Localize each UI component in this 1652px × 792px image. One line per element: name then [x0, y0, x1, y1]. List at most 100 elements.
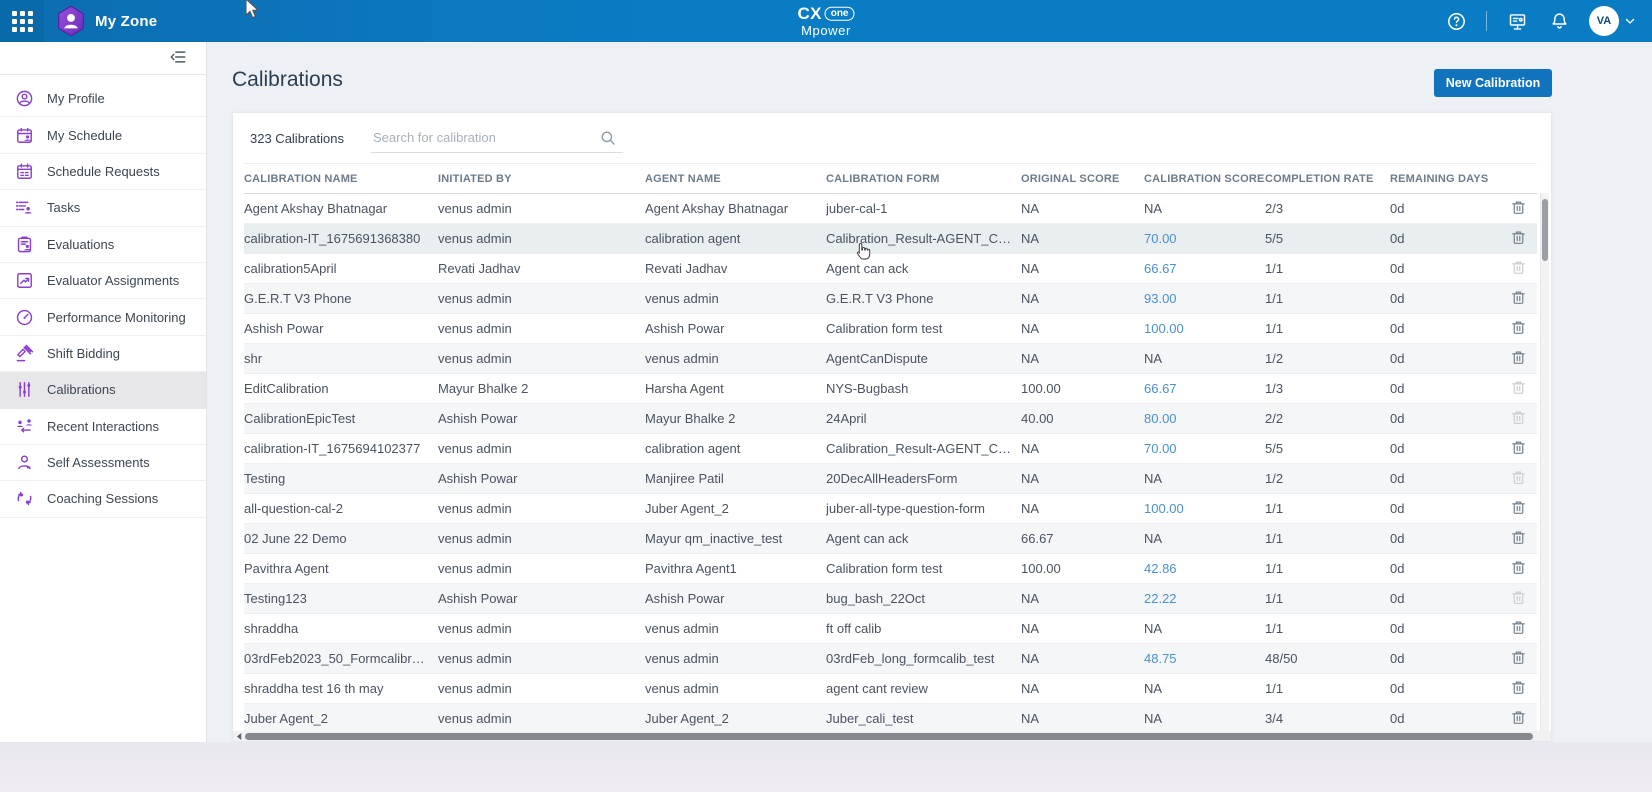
- table-row[interactable]: shrvenus adminvenus adminAgentCanDispute…: [244, 344, 1537, 374]
- sidebar-item-calibrations[interactable]: Calibrations: [0, 372, 206, 408]
- cell-completion-rate: 1/1: [1265, 674, 1390, 704]
- cell-calibration-name: Testing: [244, 464, 438, 494]
- scroll-left-arrow-icon[interactable]: [233, 731, 245, 741]
- cell-original-score: NA: [1021, 674, 1144, 704]
- apps-grid-icon: [12, 11, 33, 32]
- sidebar-item-performance-monitoring[interactable]: Performance Monitoring: [0, 299, 206, 335]
- delete-calibration-icon[interactable]: [1507, 318, 1529, 340]
- table-row[interactable]: 03rdFeb2023_50_Formcalibratio...venus ad…: [244, 644, 1537, 674]
- sidebar-item-label: Shift Bidding: [47, 346, 120, 361]
- cell-calibration-score[interactable]: 66.67: [1144, 374, 1265, 404]
- cell-calibration-score[interactable]: 70.00: [1144, 434, 1265, 464]
- cell-calibration-score[interactable]: 22.22: [1144, 584, 1265, 614]
- cell-calibration-score[interactable]: 70.00: [1144, 224, 1265, 254]
- horizontal-scrollbar-thumb[interactable]: [245, 733, 1533, 740]
- delete-calibration-icon[interactable]: [1507, 678, 1529, 700]
- delete-calibration-icon: [1507, 588, 1529, 610]
- user-avatar-menu[interactable]: VA: [1589, 6, 1636, 36]
- sidebar-item-evaluator-assignments[interactable]: Evaluator Assignments: [0, 263, 206, 299]
- table-row[interactable]: shraddha test 16 th mayvenus adminvenus …: [244, 674, 1537, 704]
- delete-calibration-icon[interactable]: [1507, 648, 1529, 670]
- cell-completion-rate: 48/50: [1265, 644, 1390, 674]
- delete-calibration-icon[interactable]: [1507, 708, 1529, 730]
- table-row[interactable]: calibration-IT_1675691368380venus adminc…: [244, 224, 1537, 254]
- cell-original-score: NA: [1021, 434, 1144, 464]
- table-row[interactable]: 02 June 22 Demovenus adminMayur qm_inact…: [244, 524, 1537, 554]
- bell-icon[interactable]: [1547, 9, 1571, 33]
- search-input[interactable]: [371, 123, 623, 153]
- table-row[interactable]: G.E.R.T V3 Phonevenus adminvenus adminG.…: [244, 284, 1537, 314]
- table-row[interactable]: Juber Agent_2venus adminJuber Agent_2Jub…: [244, 704, 1537, 734]
- table-row[interactable]: Ashish Powarvenus adminAshish PowarCalib…: [244, 314, 1537, 344]
- sidebar-collapse-row: [0, 42, 206, 75]
- cell-remaining-days: 0d: [1390, 404, 1507, 434]
- cell-remaining-days: 0d: [1390, 374, 1507, 404]
- cell-calibration-score[interactable]: 100.00: [1144, 494, 1265, 524]
- delete-calibration-icon[interactable]: [1507, 198, 1529, 220]
- cell-actions: [1507, 434, 1537, 464]
- gauge-icon: [15, 308, 34, 327]
- new-calibration-button[interactable]: New Calibration: [1434, 69, 1552, 97]
- column-header-initiated-by: INITIATED BY: [438, 164, 645, 194]
- table-row[interactable]: calibration-IT_1675694102377venus adminc…: [244, 434, 1537, 464]
- cell-calibration-score[interactable]: 100.00: [1144, 314, 1265, 344]
- cell-calibration-score[interactable]: 66.67: [1144, 254, 1265, 284]
- delete-calibration-icon[interactable]: [1507, 498, 1529, 520]
- vertical-scrollbar-thumb[interactable]: [1542, 199, 1548, 261]
- cell-remaining-days: 0d: [1390, 524, 1507, 554]
- cell-actions: [1507, 284, 1537, 314]
- table-row[interactable]: TestingAshish PowarManjiree Patil20DecAl…: [244, 464, 1537, 494]
- vertical-scrollbar[interactable]: [1540, 193, 1549, 733]
- cell-calibration-score[interactable]: 48.75: [1144, 644, 1265, 674]
- collapse-sidebar-button[interactable]: [168, 48, 188, 68]
- table-row[interactable]: calibration5AprilRevati JadhavRevati Jad…: [244, 254, 1537, 284]
- classroom-icon[interactable]: [1505, 9, 1529, 33]
- cell-agent-name: Pavithra Agent1: [645, 554, 826, 584]
- table-row[interactable]: Pavithra Agentvenus adminPavithra Agent1…: [244, 554, 1537, 584]
- sidebar-item-my-schedule[interactable]: My Schedule: [0, 117, 206, 153]
- delete-calibration-icon[interactable]: [1507, 348, 1529, 370]
- cell-actions: [1507, 704, 1537, 734]
- cell-calibration-score[interactable]: 93.00: [1144, 284, 1265, 314]
- delete-calibration-icon: [1507, 408, 1529, 430]
- sidebar-item-tasks[interactable]: Tasks: [0, 190, 206, 226]
- delete-calibration-icon[interactable]: [1507, 558, 1529, 580]
- delete-calibration-icon[interactable]: [1507, 228, 1529, 250]
- sidebar-item-recent-interactions[interactable]: Recent Interactions: [0, 409, 206, 445]
- cell-calibration-score[interactable]: 80.00: [1144, 404, 1265, 434]
- app-title: My Zone: [95, 13, 157, 30]
- cell-original-score: NA: [1021, 194, 1144, 224]
- sidebar-item-label: Evaluations: [47, 237, 114, 252]
- sidebar-item-evaluations[interactable]: Evaluations: [0, 227, 206, 263]
- page-title: Calibrations: [232, 68, 343, 92]
- cell-agent-name: Agent Akshay Bhatnagar: [645, 194, 826, 224]
- sidebar-item-shift-bidding[interactable]: Shift Bidding: [0, 336, 206, 372]
- person-star-icon: [15, 453, 34, 472]
- sidebar-item-coaching-sessions[interactable]: Coaching Sessions: [0, 481, 206, 517]
- delete-calibration-icon[interactable]: [1507, 618, 1529, 640]
- page: My Zone CX one Mpower: [0, 0, 1652, 792]
- column-header-agent-name: AGENT NAME: [645, 164, 826, 194]
- table-row[interactable]: EditCalibrationMayur Bhalke 2Harsha Agen…: [244, 374, 1537, 404]
- cell-calibration-score: NA: [1144, 674, 1265, 704]
- calibrations-card: 323 Calibrations CALIBRATION NAMEINITIAT…: [232, 112, 1552, 742]
- delete-calibration-icon[interactable]: [1507, 438, 1529, 460]
- cell-agent-name: Ashish Powar: [645, 314, 826, 344]
- table-row[interactable]: Agent Akshay Bhatnagarvenus adminAgent A…: [244, 194, 1537, 224]
- cell-calibration-form: AgentCanDispute: [826, 344, 1021, 374]
- app-launcher-button[interactable]: [0, 0, 44, 42]
- sidebar-item-my-profile[interactable]: My Profile: [0, 81, 206, 117]
- delete-calibration-icon[interactable]: [1507, 528, 1529, 550]
- sidebar-item-self-assessments[interactable]: Self Assessments: [0, 445, 206, 481]
- help-icon[interactable]: [1444, 9, 1468, 33]
- cell-calibration-name: Testing123: [244, 584, 438, 614]
- horizontal-scrollbar[interactable]: [233, 731, 1551, 741]
- table-row[interactable]: CalibrationEpicTestAshish PowarMayur Bha…: [244, 404, 1537, 434]
- table-row[interactable]: Testing123Ashish PowarAshish Powarbug_ba…: [244, 584, 1537, 614]
- delete-calibration-icon[interactable]: [1507, 288, 1529, 310]
- sidebar-item-schedule-requests[interactable]: Schedule Requests: [0, 154, 206, 190]
- cell-actions: [1507, 494, 1537, 524]
- cell-calibration-score[interactable]: 42.86: [1144, 554, 1265, 584]
- table-row[interactable]: shraddhavenus adminvenus adminft off cal…: [244, 614, 1537, 644]
- table-row[interactable]: all-question-cal-2venus adminJuber Agent…: [244, 494, 1537, 524]
